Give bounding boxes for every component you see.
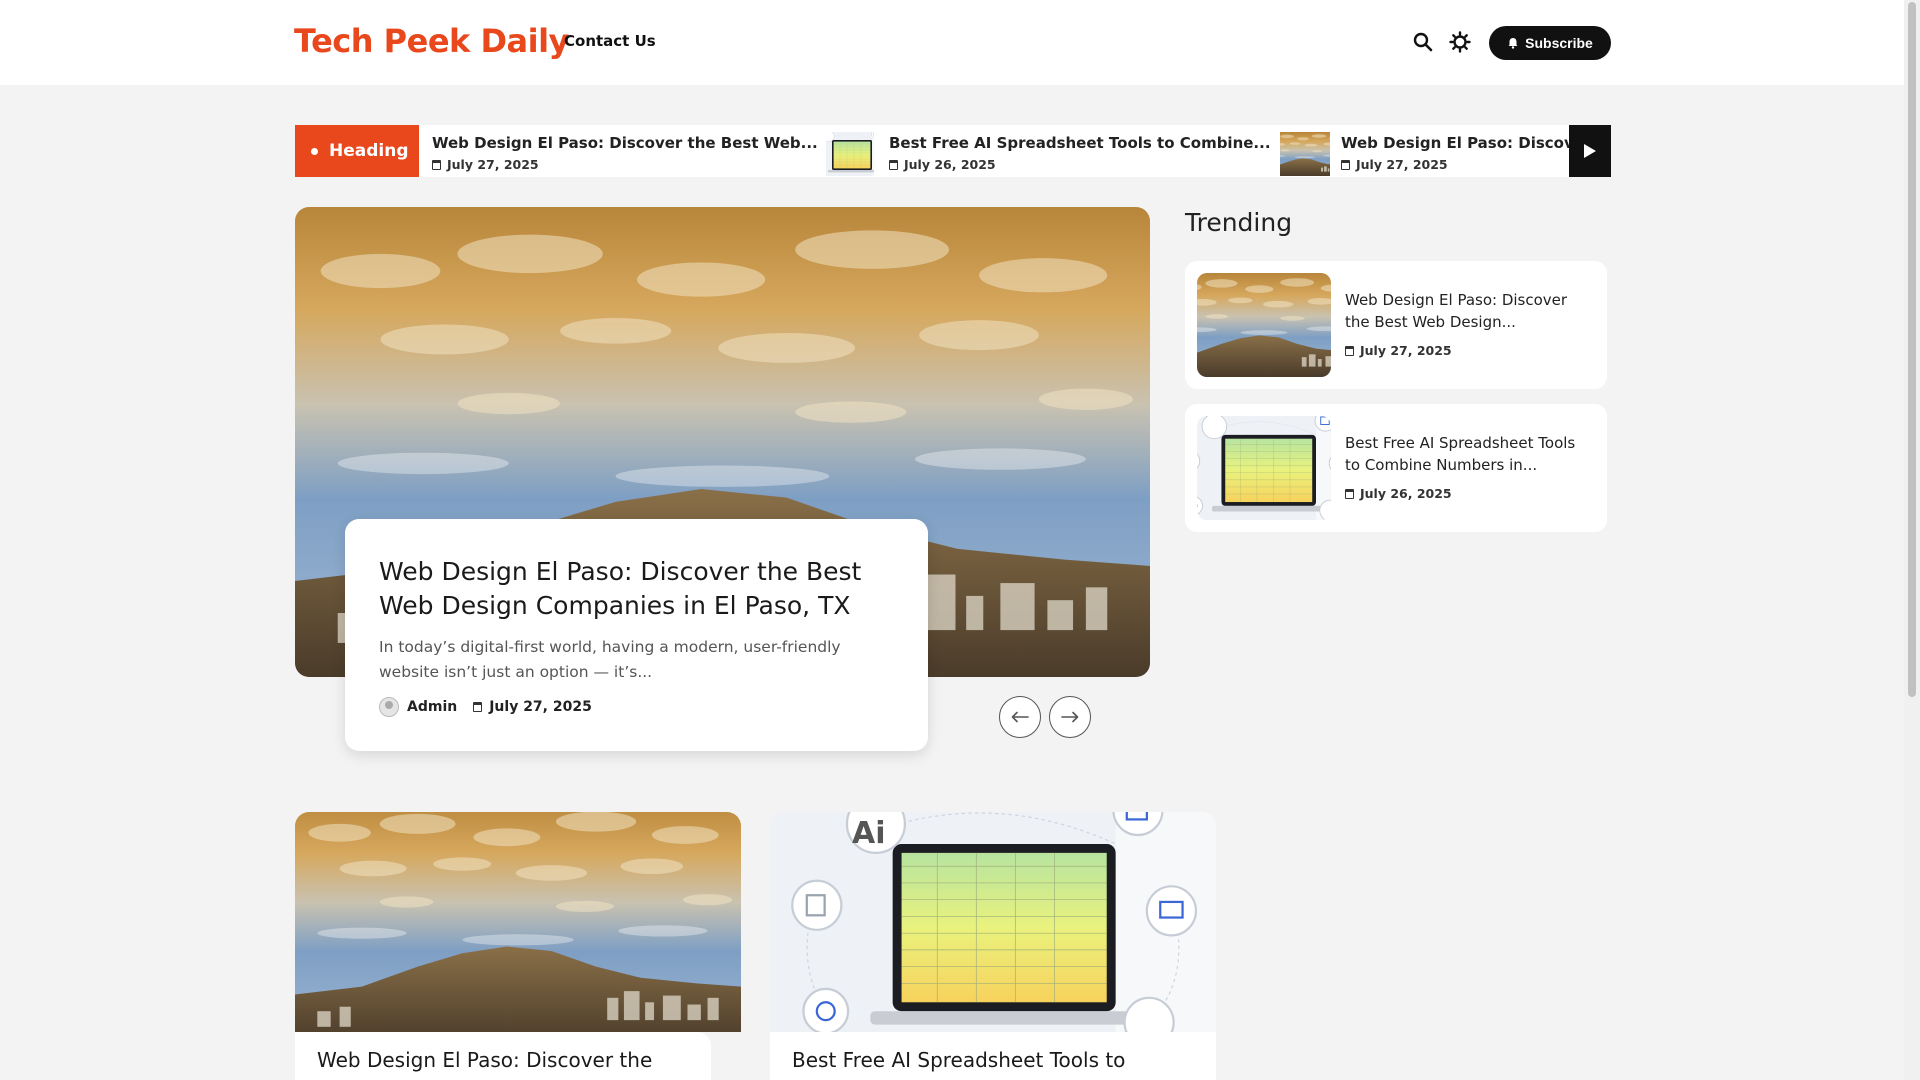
bell-icon xyxy=(1508,38,1518,49)
trending-item-title[interactable]: Web Design El Paso: Discover the Best We… xyxy=(1345,289,1590,333)
ticker-play-button[interactable] xyxy=(1569,125,1611,177)
trending-heading: Trending xyxy=(1185,208,1293,237)
ticker-item-title[interactable]: Web Design El Paso: Discover the Best We… xyxy=(432,134,818,152)
hero-date-text: July 27, 2025 xyxy=(489,699,592,715)
trending-item-thumbnail[interactable] xyxy=(1197,416,1331,520)
hero-excerpt: In today’s digital-first world, having a… xyxy=(379,638,841,681)
slider-prev-button[interactable] xyxy=(999,696,1041,738)
author-avatar xyxy=(379,697,399,717)
calendar-icon xyxy=(1341,159,1350,170)
site-logo[interactable]: Tech Peek Daily xyxy=(294,22,569,60)
ticker-item-date: July 27, 2025 xyxy=(1341,157,1448,172)
live-dot-icon xyxy=(311,148,318,155)
post-card-panel: Best Free AI Spreadsheet Tools to xyxy=(770,1032,1216,1080)
arrow-right-icon xyxy=(1061,711,1079,723)
subscribe-label: Subscribe xyxy=(1525,35,1593,51)
trending-item[interactable]: Web Design El Paso: Discover the Best We… xyxy=(1185,261,1607,389)
subscribe-button[interactable]: Subscribe xyxy=(1489,26,1611,60)
news-ticker: Heading Web Design El Paso: Discover the… xyxy=(295,125,1611,177)
arrow-left-icon xyxy=(1011,711,1029,723)
page-scrollbar[interactable] xyxy=(1904,0,1920,1080)
ticker-badge: Heading xyxy=(295,125,419,177)
post-card[interactable]: Ai Best Free AI Spreadsheet Tools to xyxy=(770,812,1216,1080)
play-icon xyxy=(1584,144,1596,158)
post-card[interactable]: Web Design El Paso: Discover the xyxy=(295,812,741,1080)
hero-author[interactable]: Admin xyxy=(407,699,457,715)
ticker-item-title[interactable]: Best Free AI Spreadsheet Tools to Combin… xyxy=(889,134,1271,152)
slider-next-button[interactable] xyxy=(1049,696,1091,738)
ticker-item[interactable]: Web Design El Paso: Discover the Best We… xyxy=(432,125,832,177)
hero-title[interactable]: Web Design El Paso: Discover the Best We… xyxy=(379,555,894,623)
ticker-item-title[interactable]: Web Design El Paso: Discover xyxy=(1341,134,1569,152)
trending-item-date-text: July 26, 2025 xyxy=(1360,486,1452,501)
ticker-item-thumbnail[interactable] xyxy=(826,132,874,176)
post-card-image[interactable] xyxy=(295,812,741,1032)
post-card-panel: Web Design El Paso: Discover the xyxy=(295,1032,711,1080)
hero-date: July 27, 2025 xyxy=(473,699,592,715)
trending-item-date: July 26, 2025 xyxy=(1345,486,1452,501)
ai-badge-label: Ai xyxy=(852,816,886,851)
scrollbar-thumb[interactable] xyxy=(1908,2,1916,697)
ticker-item-date-text: July 27, 2025 xyxy=(447,157,539,172)
post-card-title[interactable]: Best Free AI Spreadsheet Tools to xyxy=(792,1048,1194,1072)
theme-toggle-icon[interactable] xyxy=(1448,30,1472,54)
trending-item-date-text: July 27, 2025 xyxy=(1360,343,1452,358)
calendar-icon xyxy=(473,702,483,712)
ticker-item-date-text: July 27, 2025 xyxy=(1356,157,1448,172)
calendar-icon xyxy=(1345,488,1354,499)
site-header: Tech Peek Daily Contact Us Subscribe xyxy=(0,0,1904,85)
hero-meta: Admin July 27, 2025 xyxy=(379,697,592,717)
post-card-image[interactable]: Ai xyxy=(770,812,1216,1032)
ticker-item[interactable]: Web Design El Paso: Discover July 27, 20… xyxy=(1280,125,1569,177)
ticker-item-date: July 27, 2025 xyxy=(432,157,539,172)
search-icon[interactable] xyxy=(1411,30,1435,54)
trending-item-thumbnail[interactable] xyxy=(1197,273,1331,377)
calendar-icon xyxy=(432,159,441,170)
ticker-item-thumbnail[interactable] xyxy=(1280,132,1330,176)
ticker-item[interactable]: Best Free AI Spreadsheet Tools to Combin… xyxy=(826,125,1271,177)
trending-item-date: July 27, 2025 xyxy=(1345,343,1452,358)
ticker-item-date-text: July 26, 2025 xyxy=(904,157,996,172)
hero-card: Web Design El Paso: Discover the Best We… xyxy=(345,519,928,751)
trending-item[interactable]: Best Free AI Spreadsheet Tools to Combin… xyxy=(1185,404,1607,532)
calendar-icon xyxy=(1345,345,1354,356)
post-card-title[interactable]: Web Design El Paso: Discover the xyxy=(317,1048,689,1072)
nav-contact-us[interactable]: Contact Us xyxy=(564,32,656,50)
calendar-icon xyxy=(889,159,898,170)
ticker-badge-label: Heading xyxy=(329,141,409,161)
trending-item-title[interactable]: Best Free AI Spreadsheet Tools to Combin… xyxy=(1345,432,1590,476)
ticker-item-date: July 26, 2025 xyxy=(889,157,996,172)
